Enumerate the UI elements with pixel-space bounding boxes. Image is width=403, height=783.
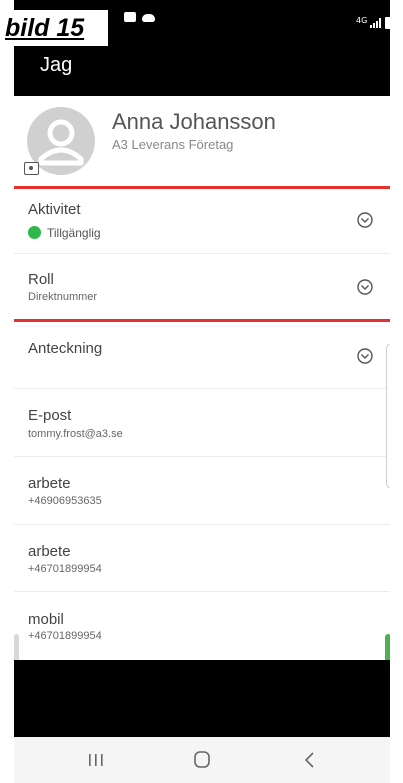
phone-screen: 4G Jag Anna Johansson A3 Leverans Företa… xyxy=(14,0,390,783)
battery-icon xyxy=(385,17,390,29)
mobil-phone: +46701899954 xyxy=(28,630,102,642)
arbete-phone: +46906953635 xyxy=(28,495,102,507)
profile-header: Anna Johansson A3 Leverans Företag xyxy=(14,96,390,182)
epost-row[interactable]: E-post tommy.frost@a3.se xyxy=(14,389,390,457)
recent-apps-icon[interactable] xyxy=(78,747,114,773)
mobil-row[interactable]: mobil +46701899954 xyxy=(14,592,390,660)
side-panel-handle[interactable] xyxy=(386,343,390,489)
profile-company: A3 Leverans Företag xyxy=(112,137,234,152)
shopping-bag-icon xyxy=(124,12,136,22)
anteckning-row[interactable]: Anteckning xyxy=(14,322,390,389)
cloud-icon xyxy=(142,14,155,22)
home-icon[interactable] xyxy=(184,747,220,773)
mobil-label: mobil xyxy=(28,611,64,628)
arbete-label: arbete xyxy=(28,543,71,560)
arbete-label: arbete xyxy=(28,475,71,492)
app-bar: Jag xyxy=(14,40,390,96)
epost-value: tommy.frost@a3.se xyxy=(28,428,123,440)
epost-label: E-post xyxy=(28,407,72,424)
profile-name: Anna Johansson xyxy=(112,109,276,134)
arbete-row-2[interactable]: arbete +46701899954 xyxy=(14,525,390,592)
camera-icon[interactable] xyxy=(24,162,39,175)
system-nav-bar xyxy=(14,737,390,783)
arbete-row-1[interactable]: arbete +46906953635 xyxy=(14,457,390,525)
image-caption: bild 15 xyxy=(5,10,108,46)
anteckning-label: Anteckning xyxy=(28,340,103,357)
page-title: Jag xyxy=(40,54,73,76)
highlight-box xyxy=(14,186,390,322)
signal-icon xyxy=(370,18,382,28)
arbete-phone: +46701899954 xyxy=(28,563,102,575)
bottom-black-area xyxy=(14,660,390,737)
network-type: 4G xyxy=(356,16,368,25)
back-icon[interactable] xyxy=(292,747,328,773)
chevron-down-icon[interactable] xyxy=(357,348,373,364)
